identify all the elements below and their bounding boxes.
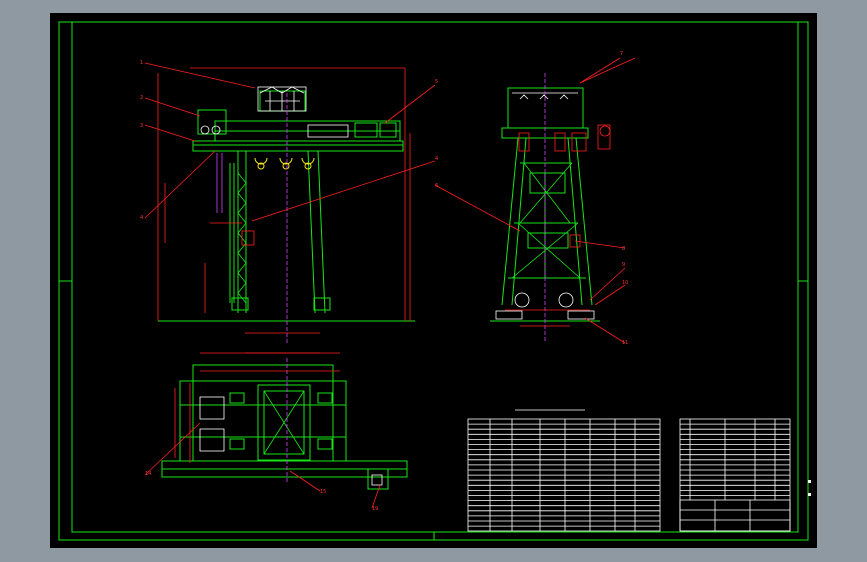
part-label: 10 bbox=[622, 280, 628, 286]
front-view bbox=[157, 67, 415, 354]
parts-list bbox=[679, 418, 791, 532]
part-label: 6 bbox=[435, 183, 438, 189]
part-label: 11 bbox=[622, 340, 628, 346]
part-label: 19 bbox=[372, 506, 378, 512]
part-label: 4 bbox=[140, 215, 143, 221]
cad-viewport[interactable]: 1 2 3 4 4 5 6 7 8 9 10 11 14 15 19 bbox=[50, 13, 817, 548]
part-label: 3 bbox=[140, 123, 143, 129]
part-label: 15 bbox=[320, 489, 326, 495]
part-label: 8 bbox=[622, 246, 625, 252]
part-label: 9 bbox=[622, 262, 625, 268]
plan-view bbox=[161, 352, 408, 490]
cad-drawing: 1 2 3 4 4 5 6 7 8 9 10 11 14 15 19 bbox=[58, 21, 809, 541]
part-label: 5 bbox=[435, 79, 438, 85]
sheet-outer-border bbox=[58, 21, 809, 541]
parameter-table bbox=[467, 409, 661, 532]
part-label: 7 bbox=[620, 51, 623, 57]
part-leaders: 1 2 3 4 4 5 6 7 8 9 10 11 14 15 19 bbox=[140, 51, 636, 512]
part-label: 4 bbox=[435, 156, 438, 162]
part-label: 14 bbox=[145, 471, 151, 477]
side-marker bbox=[808, 493, 811, 496]
side-marker bbox=[808, 480, 811, 483]
part-label: 1 bbox=[140, 60, 143, 66]
sheet-inner-border bbox=[71, 21, 799, 533]
side-view bbox=[490, 73, 611, 343]
part-label: 2 bbox=[140, 95, 143, 101]
